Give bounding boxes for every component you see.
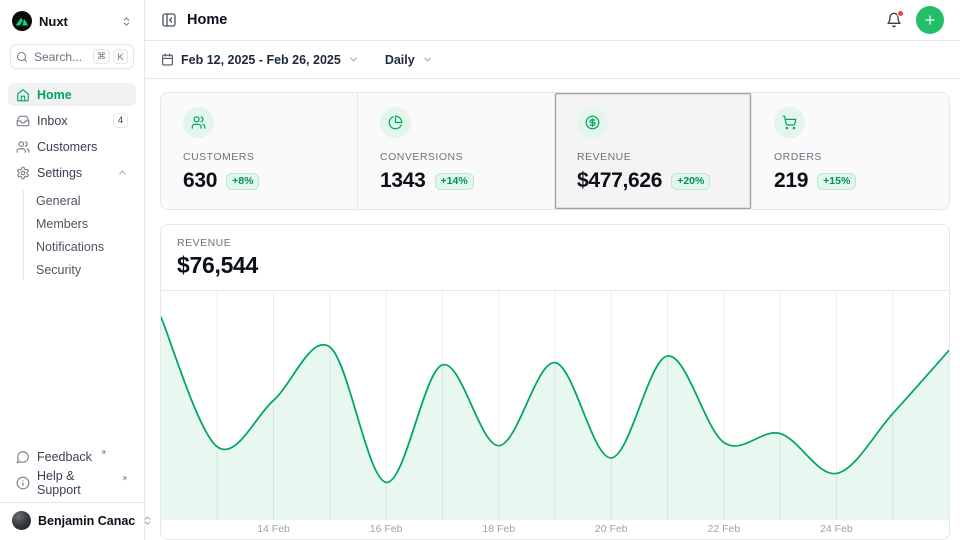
info-circle-icon bbox=[16, 476, 30, 490]
circle-dollar-icon bbox=[577, 107, 608, 138]
search-input[interactable]: Search... ⌘ K bbox=[10, 44, 134, 69]
user-menu[interactable]: Benjamin Canac bbox=[0, 502, 144, 536]
search-placeholder: Search... bbox=[34, 50, 82, 64]
inbox-icon bbox=[16, 114, 30, 128]
sidebar-item-label: Home bbox=[37, 88, 72, 102]
chart-x-tick-label: 14 Feb bbox=[257, 523, 290, 535]
chart-current-value: $76,544 bbox=[177, 252, 933, 279]
inbox-count-badge: 4 bbox=[113, 113, 128, 128]
sidebar-item-settings[interactable]: Settings bbox=[8, 161, 136, 184]
chart-x-tick-label: 20 Feb bbox=[595, 523, 628, 535]
chart-x-tick-label: 22 Feb bbox=[707, 523, 740, 535]
sidebar-footer: Feedback Help & Support bbox=[8, 445, 136, 494]
nuxt-logo-icon bbox=[12, 11, 32, 31]
notification-dot bbox=[897, 10, 904, 17]
stat-value: 1343 bbox=[380, 169, 426, 193]
notifications-bell-icon[interactable] bbox=[886, 12, 902, 28]
stats-cards: CUSTOMERS 630 +8% CONVERSIONS 1343 +14% bbox=[160, 92, 950, 210]
kbd-k: K bbox=[113, 49, 128, 64]
pie-chart-icon bbox=[380, 107, 411, 138]
stat-delta-badge: +14% bbox=[435, 173, 474, 190]
stat-card-revenue[interactable]: REVENUE $477,626 +20% bbox=[555, 93, 752, 209]
stat-label: REVENUE bbox=[577, 151, 729, 163]
settings-submenu: General Members Notifications Security bbox=[23, 190, 136, 280]
stat-delta-badge: +20% bbox=[671, 173, 710, 190]
gear-icon bbox=[16, 166, 30, 180]
stat-label: CONVERSIONS bbox=[380, 151, 532, 163]
date-range-picker[interactable]: Feb 12, 2025 - Feb 26, 2025 bbox=[161, 53, 359, 67]
chart-header: REVENUE $76,544 bbox=[161, 225, 949, 291]
workspace-selector[interactable]: Nuxt bbox=[8, 8, 136, 34]
search-shortcut: ⌘ K bbox=[93, 49, 128, 64]
revenue-chart-card: REVENUE $76,544 14 Feb 16 Feb 18 Feb 20 Feb… bbox=[160, 224, 950, 540]
chart-title: REVENUE bbox=[177, 237, 933, 249]
sidebar-item-notifications[interactable]: Notifications bbox=[28, 236, 136, 257]
kbd-meta: ⌘ bbox=[93, 49, 110, 64]
panel-collapse-icon[interactable] bbox=[161, 12, 177, 28]
header-actions bbox=[886, 6, 944, 34]
external-link-icon bbox=[121, 475, 128, 482]
stat-value: $477,626 bbox=[577, 169, 662, 193]
user-name: Benjamin Canac bbox=[38, 514, 135, 528]
top-header: Home bbox=[145, 0, 960, 41]
sidebar-item-customers[interactable]: Customers bbox=[8, 135, 136, 158]
chevrons-up-down-icon bbox=[121, 16, 132, 27]
sidebar-item-label: Feedback bbox=[37, 450, 92, 464]
home-icon bbox=[16, 88, 30, 102]
main-area: Home Feb 12, 2025 - Feb 26, 2025 Daily bbox=[145, 0, 960, 540]
stat-delta-badge: +8% bbox=[226, 173, 259, 190]
chart-x-tick-label: 16 Feb bbox=[370, 523, 403, 535]
chart-plot-area[interactable] bbox=[161, 291, 949, 520]
sidebar-item-inbox[interactable]: Inbox 4 bbox=[8, 109, 136, 132]
sidebar-item-home[interactable]: Home bbox=[8, 83, 136, 106]
user-avatar bbox=[12, 511, 31, 530]
stat-label: CUSTOMERS bbox=[183, 151, 335, 163]
revenue-chart-svg bbox=[161, 291, 949, 520]
sidebar-item-feedback[interactable]: Feedback bbox=[8, 445, 136, 468]
filters-toolbar: Feb 12, 2025 - Feb 26, 2025 Daily bbox=[145, 41, 960, 79]
sidebar-item-help-support[interactable]: Help & Support bbox=[8, 471, 136, 494]
chevron-up-icon bbox=[117, 167, 128, 178]
sidebar-spacer bbox=[8, 280, 136, 445]
sidebar-item-general[interactable]: General bbox=[28, 190, 136, 211]
sidebar-item-label: Customers bbox=[37, 140, 97, 154]
sidebar-item-label: Help & Support bbox=[37, 469, 113, 497]
sidebar-item-security[interactable]: Security bbox=[28, 259, 136, 280]
users-icon bbox=[183, 107, 214, 138]
add-button[interactable] bbox=[916, 6, 944, 34]
page-title: Home bbox=[187, 12, 227, 28]
message-circle-icon bbox=[16, 450, 30, 464]
sidebar-item-label: Inbox bbox=[37, 114, 68, 128]
granularity-label: Daily bbox=[385, 53, 415, 67]
stat-label: ORDERS bbox=[774, 151, 927, 163]
workspace-name: Nuxt bbox=[39, 14, 68, 29]
chart-x-tick-label: 18 Feb bbox=[482, 523, 515, 535]
search-icon bbox=[16, 51, 28, 63]
sidebar-item-label: Settings bbox=[37, 166, 82, 180]
stat-card-conversions[interactable]: CONVERSIONS 1343 +14% bbox=[358, 93, 555, 209]
external-link-icon bbox=[100, 449, 107, 456]
sidebar-nav: Home Inbox 4 Customers Settings Genera bbox=[8, 83, 136, 280]
calendar-icon bbox=[161, 53, 174, 66]
chevron-down-icon bbox=[348, 54, 359, 65]
users-icon bbox=[16, 140, 30, 154]
chart-x-tick-label: 24 Feb bbox=[820, 523, 853, 535]
chevron-down-icon bbox=[422, 54, 433, 65]
sidebar: Nuxt Search... ⌘ K Home Inbox 4 bbox=[0, 0, 145, 540]
date-range-label: Feb 12, 2025 - Feb 26, 2025 bbox=[181, 53, 341, 67]
stat-value: 630 bbox=[183, 169, 217, 193]
dashboard-content: CUSTOMERS 630 +8% CONVERSIONS 1343 +14% bbox=[145, 79, 960, 540]
granularity-select[interactable]: Daily bbox=[385, 53, 433, 67]
sidebar-item-members[interactable]: Members bbox=[28, 213, 136, 234]
chart-x-axis: 14 Feb 16 Feb 18 Feb 20 Feb 22 Feb 24 Feb bbox=[161, 520, 949, 539]
cart-icon bbox=[774, 107, 805, 138]
stat-card-customers[interactable]: CUSTOMERS 630 +8% bbox=[161, 93, 358, 209]
stat-delta-badge: +15% bbox=[817, 173, 856, 190]
stat-card-orders[interactable]: ORDERS 219 +15% bbox=[752, 93, 949, 209]
stat-value: 219 bbox=[774, 169, 808, 193]
